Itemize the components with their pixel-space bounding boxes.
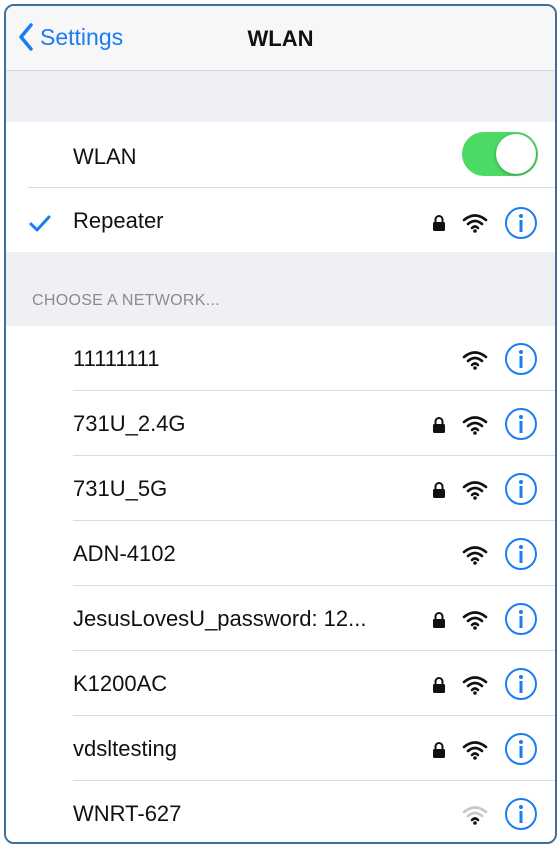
info-icon[interactable] xyxy=(504,537,538,571)
info-icon[interactable] xyxy=(504,732,538,766)
network-row[interactable]: K1200AC xyxy=(6,651,555,716)
network-row[interactable]: 731U_2.4G xyxy=(6,391,555,456)
wifi-icon xyxy=(462,741,488,760)
wifi-icon xyxy=(462,214,488,233)
network-name: 731U_2.4G xyxy=(73,411,186,436)
network-name: WNRT-627 xyxy=(73,801,182,826)
network-name: 731U_5G xyxy=(73,476,168,501)
info-icon[interactable] xyxy=(504,342,538,376)
wifi-icon xyxy=(462,806,488,825)
connected-network-name: Repeater xyxy=(73,208,164,233)
wifi-icon xyxy=(462,676,488,695)
wifi-icon xyxy=(462,351,488,370)
navigation-bar: Settings WLAN xyxy=(6,6,555,71)
network-name: 11111111 xyxy=(73,346,160,371)
wlan-toggle-label: WLAN xyxy=(73,144,137,169)
lock-icon xyxy=(433,742,445,758)
wlan-toggle[interactable] xyxy=(462,132,538,176)
section-header: CHOOSE A NETWORK... xyxy=(32,292,220,309)
wifi-icon xyxy=(462,611,488,630)
network-name: JesusLovesU_password: 12... xyxy=(73,606,367,631)
lock-icon xyxy=(433,417,445,433)
network-list: 11111111 731U_2.4G 731U_5G ADN-4102 JesusLov… xyxy=(6,326,555,842)
wlan-group: WLAN Repeater xyxy=(6,122,555,252)
info-icon[interactable] xyxy=(504,667,538,701)
network-row[interactable]: JesusLovesU_password: 12... xyxy=(6,586,555,651)
network-name: K1200AC xyxy=(73,671,168,696)
lock-icon xyxy=(433,215,445,231)
row-divider xyxy=(28,187,555,188)
wifi-icon xyxy=(462,546,488,565)
info-icon[interactable] xyxy=(504,472,538,506)
network-row[interactable]: 731U_5G xyxy=(6,456,555,521)
lock-icon xyxy=(433,482,445,498)
network-row[interactable]: ADN-4102 xyxy=(6,521,555,586)
network-row[interactable]: WNRT-627 xyxy=(6,781,555,842)
checkmark-icon xyxy=(29,215,51,232)
wlan-settings-screen: Settings WLAN WLAN Repeater CHOOSE A NET… xyxy=(4,4,557,844)
wifi-icon xyxy=(462,481,488,500)
info-icon[interactable] xyxy=(504,797,538,831)
info-icon[interactable] xyxy=(504,602,538,636)
wifi-icon xyxy=(462,416,488,435)
info-icon[interactable] xyxy=(504,206,538,240)
network-row[interactable]: vdsltesting xyxy=(6,716,555,781)
network-row[interactable]: 11111111 xyxy=(6,326,555,391)
network-name: vdsltesting xyxy=(73,736,177,761)
lock-icon xyxy=(433,612,445,628)
lock-icon xyxy=(433,677,445,693)
toggle-knob xyxy=(496,134,536,174)
network-name: ADN-4102 xyxy=(73,541,176,566)
info-icon[interactable] xyxy=(504,407,538,441)
page-title: WLAN xyxy=(247,26,314,51)
